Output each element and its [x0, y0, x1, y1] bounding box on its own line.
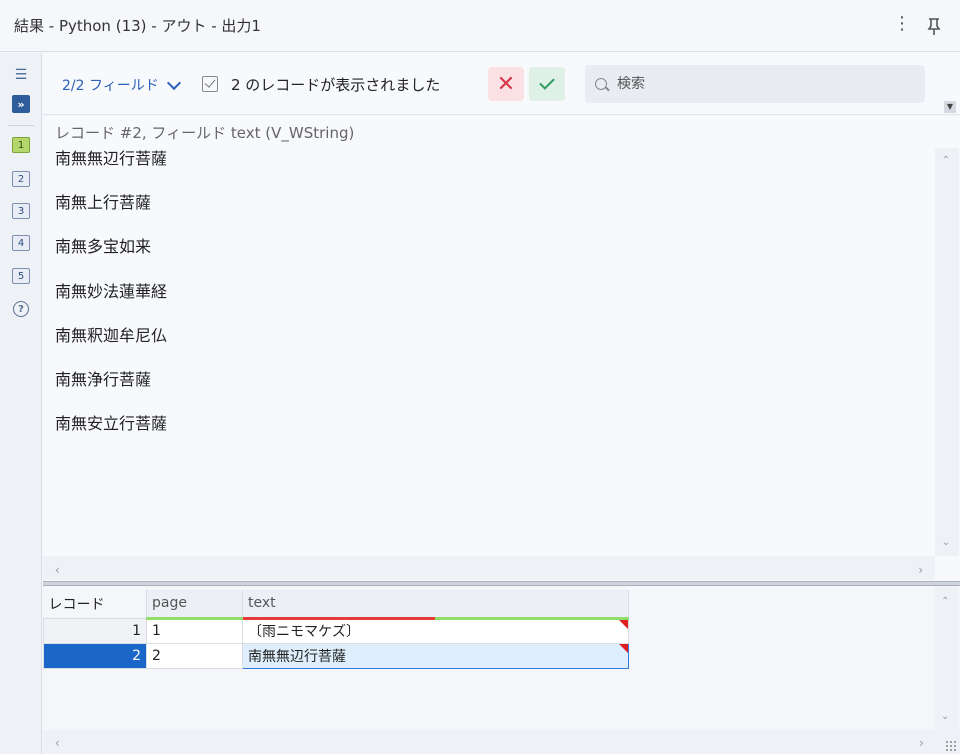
truncated-marker-icon — [619, 643, 628, 653]
record-status-text: 2 のレコードが表示されました — [231, 76, 441, 94]
anchor-2-icon[interactable]: 2 — [12, 171, 30, 187]
title-bar: 結果 - Python (13) - アウト - 出力1 ⋮ — [0, 0, 960, 52]
reject-button[interactable]: ✕ — [488, 67, 524, 101]
resize-grip-icon[interactable] — [945, 740, 957, 752]
scroll-left-icon[interactable]: ‹ — [55, 736, 60, 750]
detail-header: レコード #2, フィールド text (V_WString) — [55, 124, 355, 142]
detail-line: 南無妙法蓮華経 — [55, 281, 168, 301]
accept-button[interactable] — [529, 67, 565, 101]
fields-dropdown-label: 2/2 フィールド — [62, 78, 159, 94]
more-options-icon[interactable]: ⋮ — [893, 15, 911, 33]
search-icon — [595, 78, 607, 90]
table-row[interactable]: 1 1 〔雨ニモマケズ〕 — [43, 617, 629, 644]
cell-text[interactable]: 〔雨ニモマケズ〕 — [242, 617, 629, 644]
anchor-3-icon[interactable]: 3 — [12, 203, 30, 219]
truncated-marker-icon — [619, 619, 628, 629]
detail-line: 南無釈迦牟尼仏 — [55, 325, 168, 345]
column-header-page[interactable]: page — [146, 590, 243, 620]
detail-horizontal-scrollbar[interactable]: ‹ › — [43, 556, 935, 580]
cell-page[interactable]: 2 — [146, 642, 243, 669]
search-input[interactable] — [617, 76, 897, 92]
chevron-down-icon — [166, 75, 181, 90]
pin-icon[interactable] — [924, 16, 944, 36]
search-box — [585, 65, 925, 103]
cell-text-value: 〔雨ニモマケズ〕 — [248, 624, 360, 640]
toolbar-overflow-icon[interactable]: ▼ — [944, 101, 956, 113]
cell-page[interactable]: 1 — [146, 617, 243, 644]
records-table: レコード page text 1 1 〔雨ニモマケズ〕 2 2 南無無辺行菩薩 — [43, 590, 629, 669]
anchor-5-icon[interactable]: 5 — [12, 268, 30, 284]
scroll-up-icon[interactable]: ⌃ — [941, 596, 949, 607]
sidebar-divider — [8, 125, 34, 126]
list-view-icon[interactable]: ☰ — [11, 65, 31, 85]
record-detail-pane: レコード #2, フィールド text (V_WString) 南無無辺行菩薩 … — [43, 116, 960, 581]
cell-text-value: 南無無辺行菩薩 — [248, 648, 346, 665]
expand-panel-icon[interactable]: » — [12, 95, 30, 113]
results-toolbar: 2/2 フィールド 2 のレコードが表示されました ✕ ▼ — [43, 53, 960, 115]
left-sidebar: ☰ » 1 2 3 4 5 ? — [0, 53, 42, 754]
column-header-text-label: text — [248, 595, 276, 612]
scroll-down-icon[interactable]: ⌄ — [941, 538, 951, 548]
grid-vertical-scrollbar[interactable]: ⌃ ⌄ — [935, 586, 959, 730]
anchor-4-icon[interactable]: 4 — [12, 235, 30, 251]
scroll-left-icon[interactable]: ‹ — [55, 563, 60, 577]
check-icon — [539, 74, 555, 90]
detail-line: 南無安立行菩薩 — [55, 414, 168, 434]
anchor-1-icon[interactable]: 1 — [12, 137, 30, 153]
fields-dropdown[interactable]: 2/2 フィールド — [62, 75, 181, 95]
column-header-record[interactable]: レコード — [43, 590, 147, 618]
row-number[interactable]: 1 — [43, 617, 147, 644]
row-number[interactable]: 2 — [43, 642, 147, 669]
detail-line: 南無多宝如来 — [55, 237, 152, 257]
detail-text: 南無無辺行菩薩 南無上行菩薩 南無多宝如来 南無妙法蓮華経 南無釈迦牟尼仏 南無… — [55, 148, 167, 457]
detail-line: 南無上行菩薩 — [55, 193, 152, 213]
scroll-up-icon[interactable]: ⌃ — [941, 156, 951, 166]
cell-text[interactable]: 南無無辺行菩薩 — [242, 642, 629, 669]
help-icon[interactable]: ? — [13, 301, 29, 317]
scroll-down-icon[interactable]: ⌄ — [941, 711, 949, 722]
close-icon: ✕ — [496, 71, 516, 97]
detail-vertical-scrollbar[interactable]: ⌃ ⌄ — [935, 148, 959, 556]
detail-line: 南無浄行菩薩 — [55, 369, 152, 389]
column-header-text[interactable]: text — [242, 590, 629, 620]
detail-line: 南無無辺行菩薩 — [55, 149, 168, 168]
grid-horizontal-scrollbar[interactable]: ‹ › — [43, 730, 960, 754]
window-title: 結果 - Python (13) - アウト - 出力1 — [14, 17, 261, 35]
scroll-right-icon[interactable]: › — [919, 736, 924, 750]
records-grid-pane: レコード page text 1 1 〔雨ニモマケズ〕 2 2 南無無辺行菩薩 … — [43, 586, 960, 754]
table-row[interactable]: 2 2 南無無辺行菩薩 — [43, 642, 629, 669]
scroll-right-icon[interactable]: › — [918, 563, 923, 577]
record-checkbox-icon[interactable] — [202, 76, 218, 92]
